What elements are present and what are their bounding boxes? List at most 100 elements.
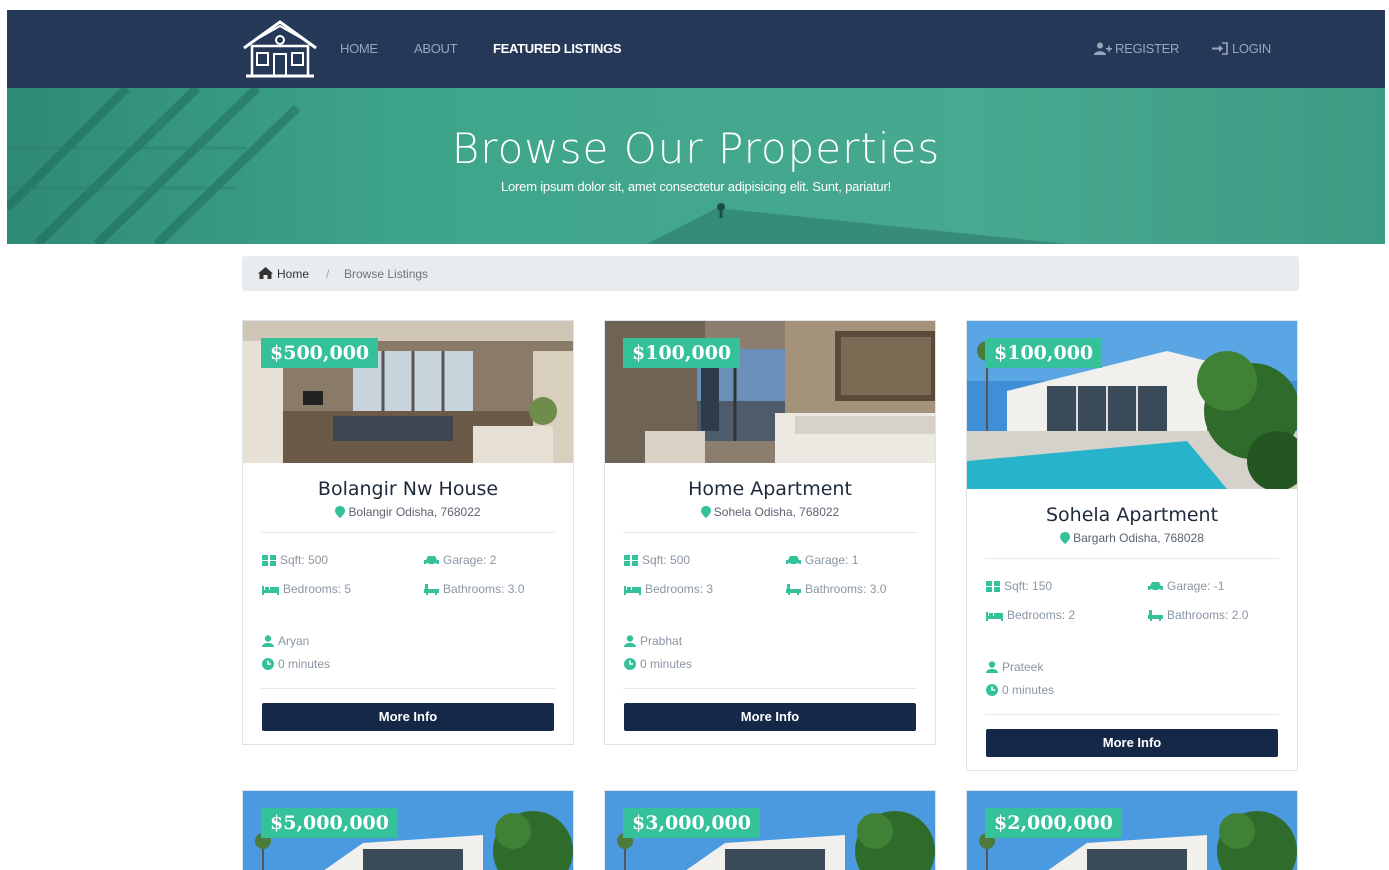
more-info-button[interactable]: More Info xyxy=(624,703,916,731)
sqft-feature: Sqft: 500 xyxy=(624,553,690,567)
bed-icon xyxy=(624,586,641,595)
realtor-name: Aryan xyxy=(278,634,310,648)
sqft-text: Sqft: 500 xyxy=(280,553,329,567)
garage-feature: Garage: -1 xyxy=(1148,579,1224,593)
listing-photo[interactable]: $2,000,000 xyxy=(967,791,1297,870)
register-label: REGISTER xyxy=(1115,41,1180,56)
listed-time-text: 0 minutes xyxy=(640,657,693,671)
garage-feature: Garage: 1 xyxy=(786,553,858,567)
listing-location-text: Sohela Odisha, 768022 xyxy=(713,505,840,519)
map-marker-icon xyxy=(700,506,711,518)
sqft-feature: Sqft: 150 xyxy=(986,579,1052,593)
garage-text: Garage: 2 xyxy=(443,553,497,567)
brand-logo[interactable] xyxy=(240,18,320,80)
price-badge: $100,000 xyxy=(985,338,1103,368)
nav-about[interactable]: ABOUT xyxy=(414,41,458,56)
navbar: HOME ABOUT FEATURED LISTINGS REGISTER LO… xyxy=(7,10,1385,88)
bath-icon xyxy=(424,584,439,595)
th-large-icon xyxy=(986,581,1000,592)
breadcrumb: Home / Browse Listings xyxy=(242,256,1299,291)
garage-feature: Garage: 2 xyxy=(424,553,496,567)
bedrooms-feature: Bedrooms: 2 xyxy=(986,608,1075,622)
hero-banner: Browse Our Properties Lorem ipsum dolor … xyxy=(7,88,1385,244)
listing-card: $3,000,000 xyxy=(604,790,936,870)
login-label: LOGIN xyxy=(1232,41,1271,56)
listing-photo[interactable]: $100,000 xyxy=(605,321,935,463)
listed-time: 0 minutes xyxy=(262,657,330,671)
listing-photo[interactable]: $5,000,000 xyxy=(243,791,573,870)
bedrooms-text: Bedrooms: 2 xyxy=(1007,608,1076,622)
listing-location: Bargarh Odisha, 768028 xyxy=(967,531,1297,545)
breadcrumb-current: Browse Listings xyxy=(344,267,429,281)
listing-photo[interactable]: $100,000 xyxy=(967,321,1297,489)
listing-card: $100,000 Home Apartment Sohela Odisha, 7… xyxy=(604,320,936,745)
bathrooms-text: Bathrooms: 2.0 xyxy=(1167,608,1249,622)
price-badge: $100,000 xyxy=(623,338,741,368)
bed-icon xyxy=(262,586,279,595)
bathrooms-feature: Bathrooms: 3.0 xyxy=(786,582,886,596)
house-logo-icon xyxy=(243,20,317,78)
garage-text: Garage: 1 xyxy=(805,553,859,567)
sqft-text: Sqft: 150 xyxy=(1004,579,1053,593)
bedrooms-feature: Bedrooms: 5 xyxy=(262,582,351,596)
nav-featured-listings[interactable]: FEATURED LISTINGS xyxy=(493,41,622,56)
divider xyxy=(985,714,1279,715)
divider xyxy=(261,688,555,689)
sqft-text: Sqft: 500 xyxy=(642,553,691,567)
listed-time: 0 minutes xyxy=(986,683,1054,697)
listing-photo[interactable]: $500,000 xyxy=(243,321,573,463)
listing-title[interactable]: Bolangir Nw House xyxy=(243,478,573,500)
car-icon xyxy=(1148,582,1163,592)
bed-icon xyxy=(986,612,1003,621)
listing-photo[interactable]: $3,000,000 xyxy=(605,791,935,870)
hero-subtitle: Lorem ipsum dolor sit, amet consectetur … xyxy=(500,179,892,194)
bedrooms-text: Bedrooms: 5 xyxy=(283,582,352,596)
user-icon xyxy=(262,635,274,647)
price-badge: $5,000,000 xyxy=(261,808,398,838)
more-info-button[interactable]: More Info xyxy=(986,729,1278,757)
divider xyxy=(623,688,917,689)
listed-time-text: 0 minutes xyxy=(1002,683,1055,697)
divider xyxy=(985,558,1279,559)
clock-icon xyxy=(262,658,274,670)
bathrooms-text: Bathrooms: 3.0 xyxy=(805,582,887,596)
divider xyxy=(261,532,555,533)
nav-home[interactable]: HOME xyxy=(340,41,378,56)
realtor-name: Prateek xyxy=(1002,660,1044,674)
price-badge: $500,000 xyxy=(261,338,379,368)
user-icon xyxy=(986,661,998,673)
listing-location: Bolangir Odisha, 768022 xyxy=(243,505,573,519)
listing-card: $5,000,000 xyxy=(242,790,574,870)
clock-icon xyxy=(986,684,998,696)
listing-location: Sohela Odisha, 768022 xyxy=(605,505,935,519)
listing-card: $100,000 Sohela Apartment Bargarh Odisha… xyxy=(966,320,1298,771)
bathrooms-feature: Bathrooms: 2.0 xyxy=(1148,608,1248,622)
listing-card: $500,000 Bolangir Nw House Bolangir Odis… xyxy=(242,320,574,745)
home-icon xyxy=(258,267,273,279)
hero-title: Browse Our Properties xyxy=(451,124,941,173)
garage-text: Garage: -1 xyxy=(1167,579,1225,593)
realtor-name: Prabhat xyxy=(640,634,683,648)
price-badge: $3,000,000 xyxy=(623,808,760,838)
login-link[interactable]: LOGIN xyxy=(1211,41,1271,56)
th-large-icon xyxy=(624,555,638,566)
breadcrumb-separator: / xyxy=(326,267,330,281)
clock-icon xyxy=(624,658,636,670)
price-badge: $2,000,000 xyxy=(985,808,1122,838)
sign-in-icon xyxy=(1212,42,1228,55)
th-large-icon xyxy=(262,555,276,566)
page: HOME ABOUT FEATURED LISTINGS REGISTER LO… xyxy=(0,0,1389,870)
realtor-info: Aryan xyxy=(262,634,309,648)
map-marker-icon xyxy=(335,506,346,518)
divider xyxy=(623,532,917,533)
listed-time-text: 0 minutes xyxy=(278,657,331,671)
register-link[interactable]: REGISTER xyxy=(1094,41,1179,56)
realtor-info: Prabhat xyxy=(624,634,682,648)
map-marker-icon xyxy=(1060,532,1071,544)
breadcrumb-home[interactable]: Home xyxy=(258,267,309,281)
listing-title[interactable]: Sohela Apartment xyxy=(967,504,1297,526)
more-info-button[interactable]: More Info xyxy=(262,703,554,731)
sqft-feature: Sqft: 500 xyxy=(262,553,328,567)
listing-title[interactable]: Home Apartment xyxy=(605,478,935,500)
listing-card: $2,000,000 xyxy=(966,790,1298,870)
